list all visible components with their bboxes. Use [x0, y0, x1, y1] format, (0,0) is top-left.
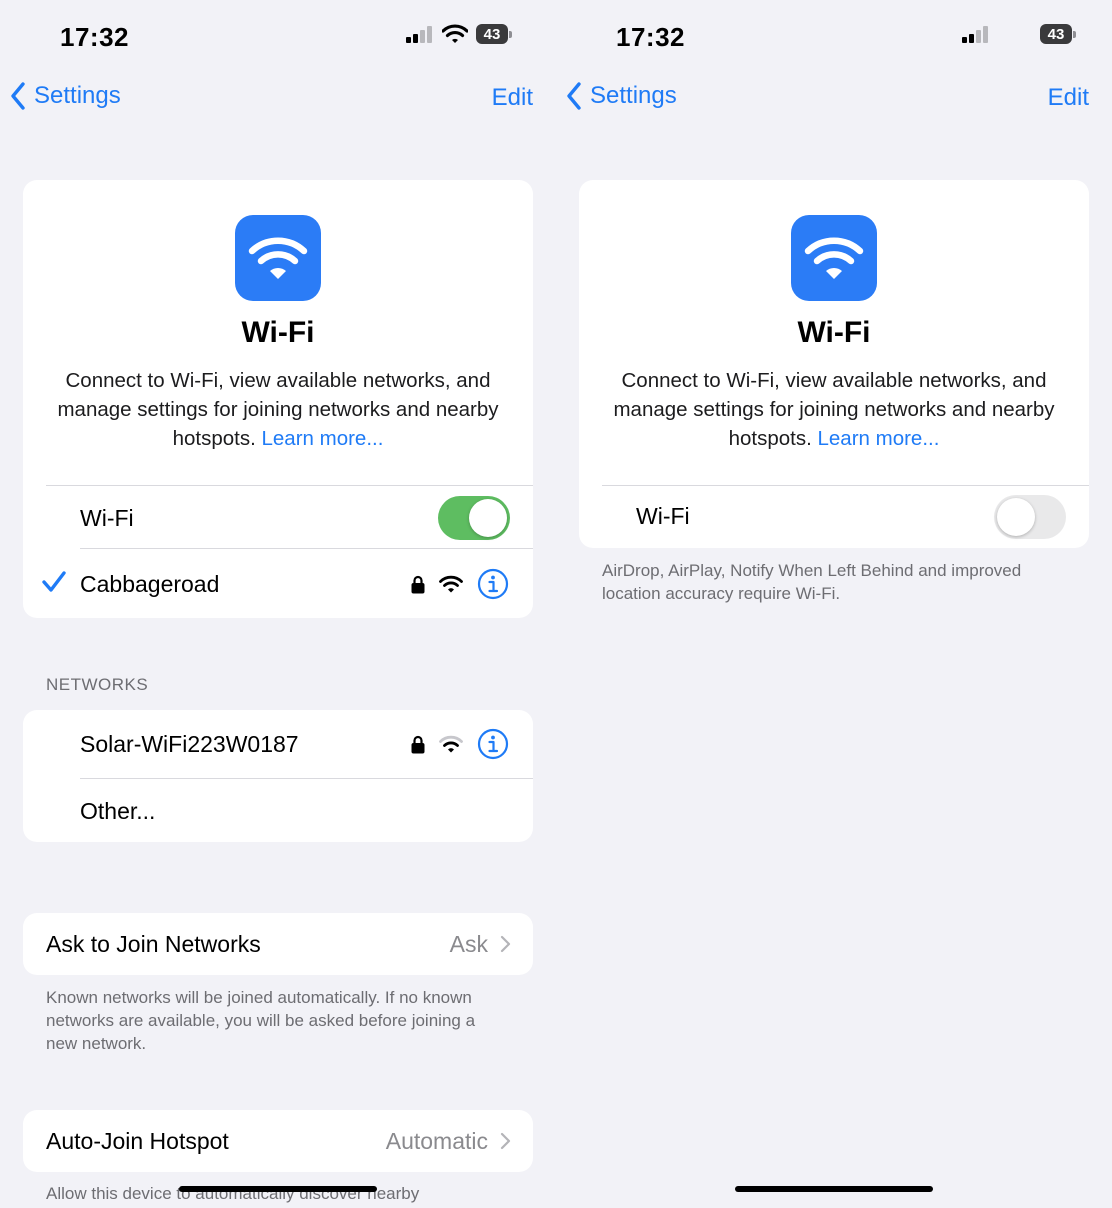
- auto-join-card: Auto-Join Hotspot Automatic: [23, 1110, 533, 1172]
- wifi-icon: [248, 237, 308, 279]
- home-indicator[interactable]: [179, 1186, 377, 1192]
- back-button-label: Settings: [34, 82, 121, 109]
- page-title: Wi-Fi: [241, 316, 315, 349]
- battery-level: 43: [1040, 24, 1072, 44]
- ask-to-join-footer: Known networks will be joined automatica…: [46, 988, 476, 1053]
- cellular-signal-icon: [962, 26, 988, 43]
- divider: [80, 548, 533, 549]
- info-icon[interactable]: [477, 728, 509, 760]
- hero-description: Connect to Wi-Fi, view available network…: [599, 366, 1069, 453]
- network-name: Solar-WiFi223W0187: [80, 730, 299, 757]
- status-icons: 43: [406, 24, 512, 44]
- wifi-off-footer: AirDrop, AirPlay, Notify When Left Behin…: [602, 561, 1022, 603]
- back-button[interactable]: Settings: [10, 82, 121, 110]
- status-icons: 43: [962, 24, 1076, 44]
- chevron-right-icon: [500, 935, 511, 953]
- network-status-icons: [411, 728, 509, 760]
- hero-description: Connect to Wi-Fi, view available network…: [43, 366, 513, 453]
- edit-button[interactable]: Edit: [1048, 84, 1089, 112]
- wifi-icon: [804, 237, 864, 279]
- battery-tip: [1073, 30, 1076, 38]
- chevron-left-icon: [11, 82, 25, 110]
- network-status-icons: [411, 568, 509, 600]
- ask-to-join-value-wrap: Ask: [450, 931, 511, 958]
- connected-network-name: Cabbageroad: [80, 570, 220, 597]
- battery-tip: [509, 30, 512, 38]
- network-row[interactable]: Solar-WiFi223W0187: [23, 711, 533, 777]
- toggle-knob: [469, 499, 507, 537]
- wifi-strength-icon: [439, 575, 463, 593]
- wifi-app-icon: [791, 215, 877, 301]
- connected-network-row[interactable]: Cabbageroad: [23, 551, 533, 617]
- wifi-strength-icon: [439, 735, 463, 753]
- toggle-knob: [997, 498, 1035, 536]
- ask-to-join-label: Ask to Join Networks: [46, 930, 261, 957]
- ask-to-join-row[interactable]: Ask to Join Networks Ask: [23, 913, 533, 975]
- auto-join-row[interactable]: Auto-Join Hotspot Automatic: [23, 1110, 533, 1172]
- status-time: 17:32: [60, 22, 129, 52]
- wifi-toggle-row: Wi-Fi: [579, 485, 1089, 548]
- wifi-app-icon: [235, 215, 321, 301]
- ask-to-join-value: Ask: [449, 930, 488, 957]
- lock-icon: [411, 735, 425, 753]
- checkmark-icon: [42, 571, 66, 592]
- home-indicator[interactable]: [735, 1186, 933, 1192]
- wifi-settings-screen-right: 17:32 43 Settings Edit Wi-Fi Connect to …: [556, 0, 1112, 1208]
- other-network-label: Other...: [80, 797, 156, 824]
- page-title: Wi-Fi: [797, 316, 871, 349]
- wifi-settings-screen-left: 17:32 43 Settings Edit Wi-Fi Connect to …: [0, 0, 556, 1208]
- wifi-card: Wi-Fi Connect to Wi-Fi, view available n…: [579, 180, 1089, 548]
- wifi-card: Wi-Fi Connect to Wi-Fi, view available n…: [23, 180, 533, 618]
- chevron-right-icon: [500, 1132, 511, 1150]
- cellular-signal-icon: [406, 26, 432, 43]
- back-button-label: Settings: [590, 82, 677, 109]
- info-icon[interactable]: [477, 568, 509, 600]
- battery-icon: 43: [1040, 24, 1076, 44]
- learn-more-link[interactable]: Learn more...: [261, 427, 383, 450]
- lock-icon: [411, 575, 425, 593]
- networks-section-header: NETWORKS: [46, 675, 149, 694]
- learn-more-link[interactable]: Learn more...: [817, 427, 939, 450]
- auto-join-value: Automatic: [385, 1127, 488, 1154]
- networks-card: Solar-WiFi223W0187 Other...: [23, 710, 533, 842]
- wifi-toggle[interactable]: [994, 495, 1066, 539]
- battery-level: 43: [476, 24, 508, 44]
- back-button[interactable]: Settings: [566, 82, 677, 110]
- edit-button[interactable]: Edit: [492, 84, 533, 112]
- wifi-status-icon: [442, 24, 468, 43]
- battery-icon: 43: [476, 24, 512, 44]
- wifi-toggle-row: Wi-Fi: [23, 485, 533, 551]
- chevron-left-icon: [567, 82, 581, 110]
- wifi-toggle-label: Wi-Fi: [80, 504, 134, 531]
- other-network-row[interactable]: Other...: [23, 778, 533, 842]
- wifi-toggle[interactable]: [438, 496, 510, 540]
- auto-join-value-wrap: Automatic: [386, 1128, 511, 1155]
- wifi-toggle-label: Wi-Fi: [636, 503, 690, 529]
- auto-join-label: Auto-Join Hotspot: [46, 1127, 229, 1154]
- status-time: 17:32: [616, 22, 685, 52]
- ask-to-join-card: Ask to Join Networks Ask: [23, 913, 533, 975]
